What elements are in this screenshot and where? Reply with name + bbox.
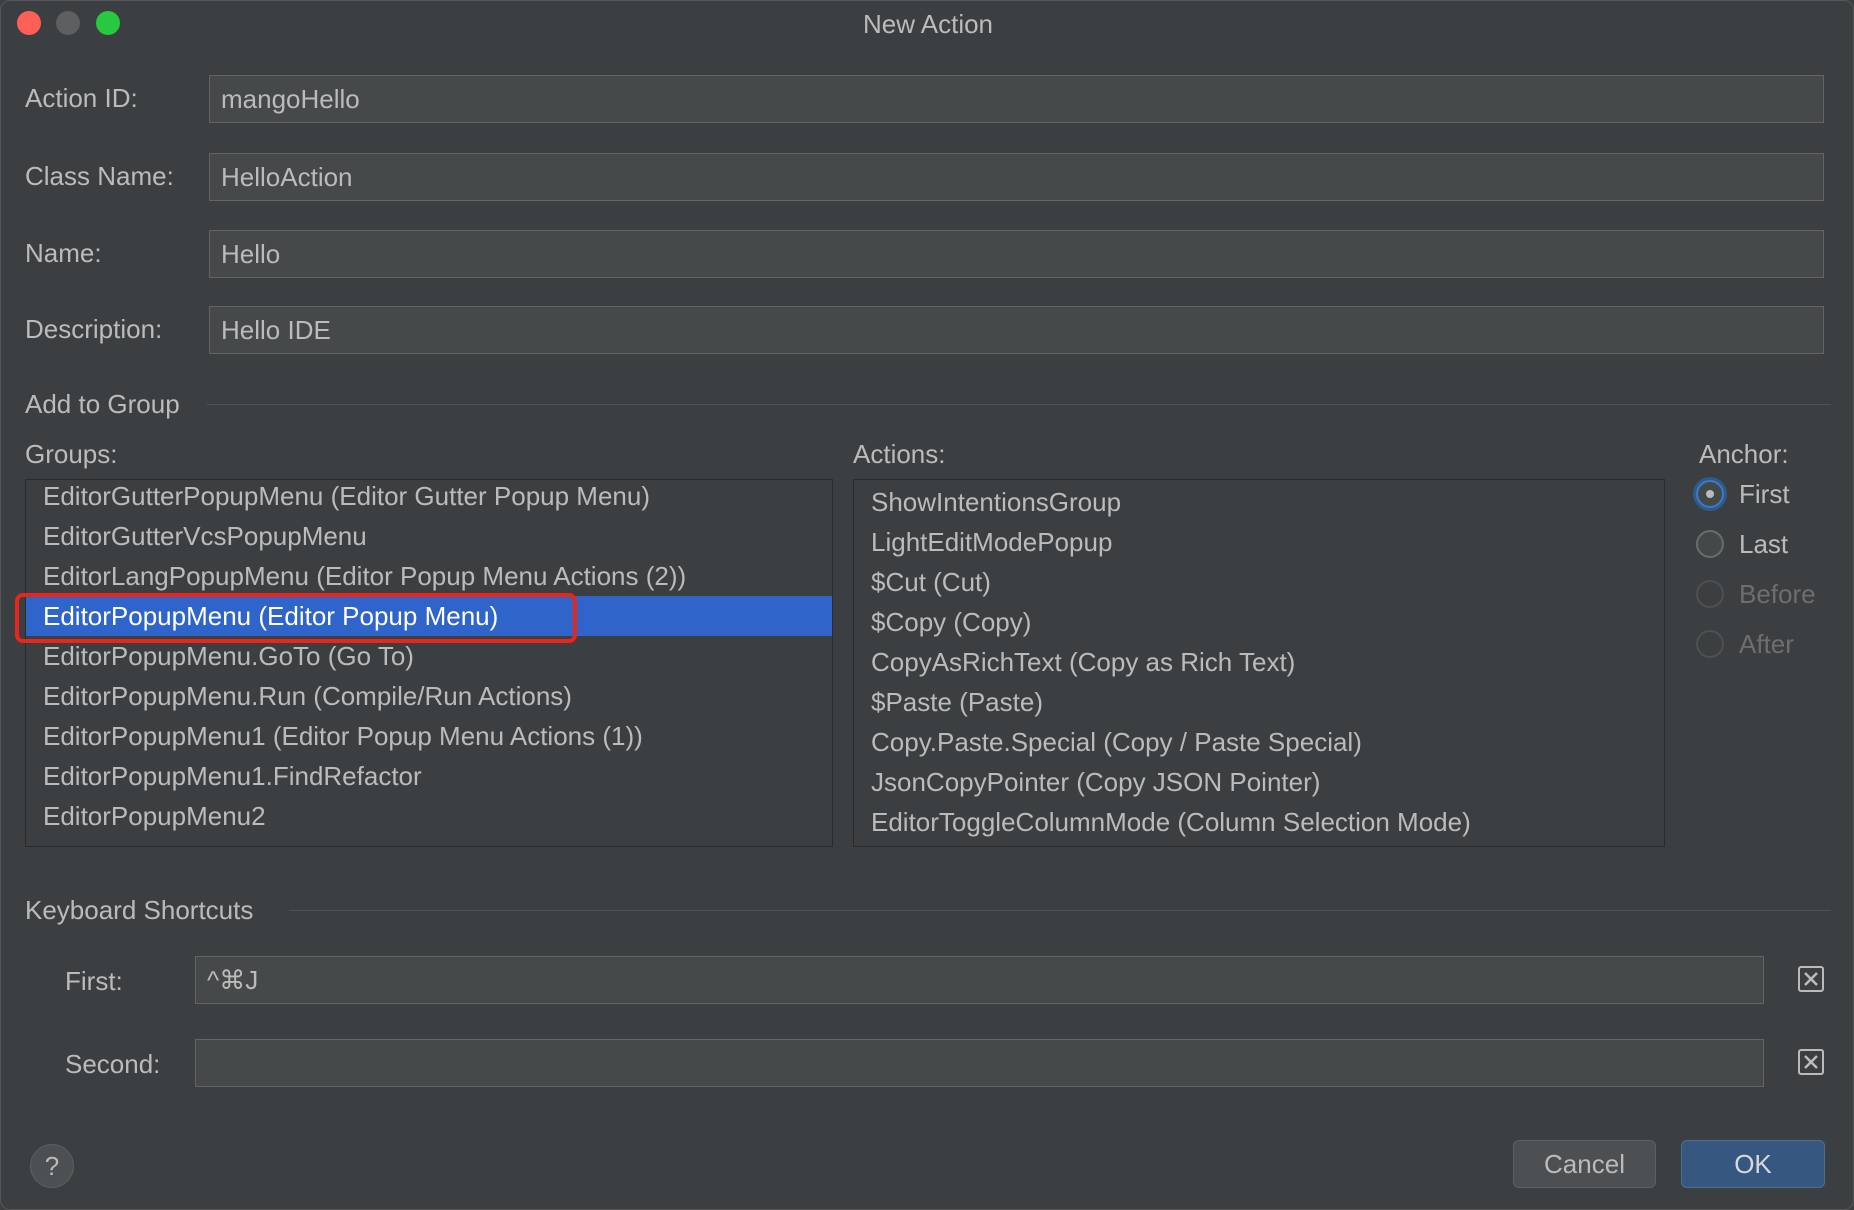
clear-second-shortcut-icon[interactable] [1798, 1049, 1824, 1075]
anchor-before-label: Before [1739, 579, 1816, 609]
list-item[interactable]: EditorGutterPopupMenu (Editor Gutter Pop… [26, 480, 832, 516]
clear-first-shortcut-icon[interactable] [1798, 966, 1824, 992]
groups-label: Groups: [25, 439, 118, 469]
cancel-button[interactable]: Cancel [1513, 1140, 1656, 1188]
list-item[interactable]: $Copy (Copy) [854, 602, 1664, 642]
list-item-selected[interactable]: EditorPopupMenu (Editor Popup Menu) [26, 596, 832, 636]
name-field[interactable]: Hello [209, 230, 1824, 278]
help-button[interactable]: ? [30, 1144, 74, 1188]
list-item[interactable]: Copy.Paste.Special (Copy / Paste Special… [854, 722, 1664, 762]
list-item[interactable]: EditorPopupMenu1.FindRefactor [26, 756, 832, 796]
anchor-before-radio [1696, 580, 1724, 608]
list-item[interactable]: EditorPopupMenu3 [26, 836, 832, 846]
list-item[interactable]: $Cut (Cut) [854, 562, 1664, 602]
window-title: New Action [862, 9, 994, 39]
first-shortcut-label: First: [65, 966, 123, 996]
second-shortcut-field[interactable] [195, 1039, 1764, 1087]
class-name-label: Class Name: [25, 161, 174, 191]
list-item[interactable]: EditorPopupMenu.Run (Compile/Run Actions… [26, 676, 832, 716]
anchor-after-radio [1696, 630, 1724, 658]
list-item[interactable]: EditorPopupMenu1 (Editor Popup Menu Acti… [26, 716, 832, 756]
keyboard-shortcuts-heading: Keyboard Shortcuts [25, 895, 254, 925]
add-to-group-separator [207, 404, 1831, 405]
list-item[interactable]: CopyAsRichText (Copy as Rich Text) [854, 642, 1664, 682]
list-item[interactable]: EditorToggleColumnMode (Column Selection… [854, 802, 1664, 842]
anchor-last-radio[interactable] [1696, 530, 1724, 558]
list-item[interactable]: EditorPopupMenu.GoTo (Go To) [26, 636, 832, 676]
title-bar: New Action [1, 1, 1853, 45]
list-item[interactable]: EditorLangPopupMenu (Editor Popup Menu A… [26, 556, 832, 596]
add-to-group-heading: Add to Group [25, 389, 180, 419]
anchor-first-radio[interactable] [1696, 480, 1724, 508]
second-shortcut-label: Second: [65, 1049, 161, 1079]
anchor-label: Anchor: [1699, 439, 1789, 469]
anchor-first-label: First [1739, 479, 1790, 509]
action-id-field[interactable]: mangoHello [209, 75, 1824, 123]
list-item[interactable]: $Paste (Paste) [854, 682, 1664, 722]
anchor-last-label: Last [1739, 529, 1789, 559]
anchor-after-label: After [1739, 629, 1794, 659]
first-shortcut-field[interactable]: ^⌘J [195, 956, 1764, 1004]
action-id-label: Action ID: [25, 83, 138, 113]
keyboard-shortcuts-separator [289, 910, 1831, 911]
ok-button[interactable]: OK [1681, 1140, 1825, 1188]
list-item[interactable]: LightEditModePopup [854, 522, 1664, 562]
list-item[interactable]: ShowIntentionsGroup [854, 482, 1664, 522]
list-item[interactable]: JsonCopyPointer (Copy JSON Pointer) [854, 762, 1664, 802]
name-label: Name: [25, 238, 102, 268]
new-action-dialog: New Action Action ID: mangoHello Class N… [0, 0, 1854, 1210]
class-name-field[interactable]: HelloAction [209, 153, 1824, 201]
list-item[interactable]: EditorPopupMenu2 [26, 796, 832, 836]
actions-label: Actions: [853, 439, 946, 469]
description-field[interactable]: Hello IDE [209, 306, 1824, 354]
groups-list[interactable]: EditorGutterPopupMenu (Editor Gutter Pop… [25, 479, 833, 847]
actions-list[interactable]: ShowIntentionsGroup LightEditModePopup $… [853, 479, 1665, 847]
list-item[interactable]: EditorGutterVcsPopupMenu [26, 516, 832, 556]
description-label: Description: [25, 314, 163, 344]
